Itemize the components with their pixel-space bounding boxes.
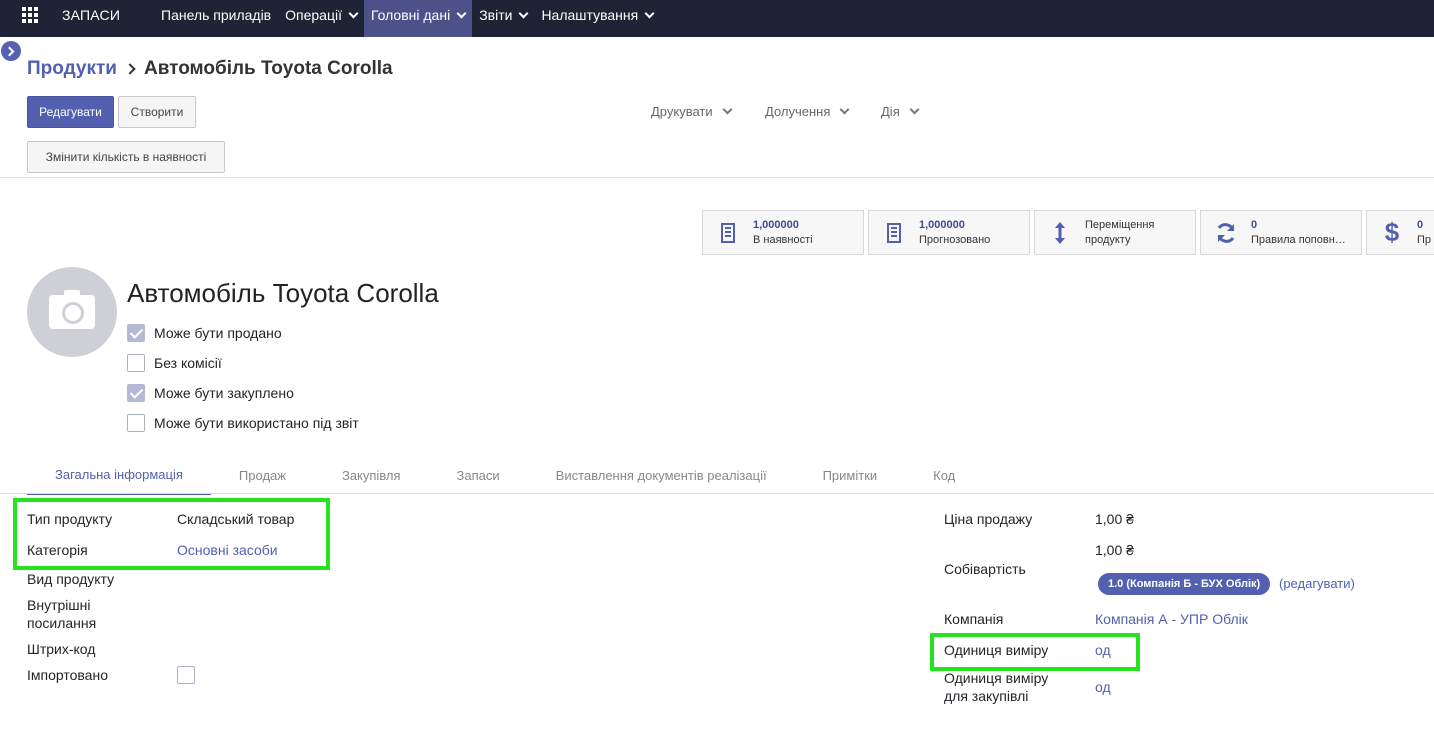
chevron-down-icon [348, 8, 359, 19]
camera-icon [49, 290, 95, 329]
checkbox-icon[interactable] [127, 354, 145, 372]
forecast-value: 1,000000 [919, 218, 965, 231]
tab-sales[interactable]: Продаж [211, 455, 314, 495]
sale-price-label: Ціна продажу [944, 511, 1033, 527]
forecast-label: Прогнозовано [919, 233, 991, 246]
barcode-label: Штрих-код [27, 641, 96, 657]
on-hand-label: В наявності [753, 233, 813, 246]
reorder-rules-value: 0 [1251, 218, 1258, 231]
sale-price-value[interactable]: 1,00 ₴ [1095, 511, 1134, 527]
dollar-icon: $ [1384, 217, 1400, 247]
building-icon [869, 222, 919, 243]
menu-master-data[interactable]: Головні дані [363, 0, 473, 37]
menu-settings[interactable]: Налаштування [534, 0, 660, 37]
attachments-dropdown-label: Долучення [765, 104, 831, 119]
product-name[interactable]: Автомобіль Toyota Corolla [127, 278, 439, 309]
highlight-box-type-category [13, 498, 330, 570]
checkbox-icon[interactable] [127, 414, 145, 432]
company-label: Компанія [944, 611, 1004, 627]
print-dropdown-label: Друкувати [651, 104, 713, 119]
product-moves-label-2: продукту [1085, 233, 1131, 246]
option-can-be-sold[interactable]: Може бути продано [127, 324, 282, 342]
menu-settings-label: Налаштування [541, 7, 639, 23]
checkbox-checked-icon[interactable] [127, 384, 145, 402]
internal-ref-label-1: Внутрішні [27, 597, 91, 613]
create-button[interactable]: Створити [118, 96, 196, 128]
purchase-uom-link[interactable]: од [1095, 679, 1111, 695]
menu-reports[interactable]: Звіти [472, 0, 534, 37]
tab-general-info[interactable]: Загальна інформація [27, 455, 211, 495]
menu-master-data-label: Головні дані [370, 7, 451, 23]
purchase-uom-label-2: для закупівлі [944, 688, 1029, 704]
smart-button-reorder-rules[interactable]: 0 Правила поповн… [1200, 210, 1362, 255]
main-menu: Панель приладів Операції Головні дані Зв… [154, 0, 660, 37]
cost-label: Собівартість [944, 561, 1026, 577]
edit-button[interactable]: Редагувати [27, 96, 114, 128]
option-can-be-purchased-label: Може бути закуплено [154, 385, 294, 401]
chevron-down-icon [909, 104, 920, 115]
option-can-be-sold-label: Може бути продано [154, 325, 282, 341]
chevron-down-icon [456, 8, 467, 19]
product-image[interactable] [27, 267, 117, 357]
option-expense-label: Може бути використано під звіт [154, 415, 359, 431]
breadcrumb: Продукти Автомобіль Toyota Corolla [27, 58, 393, 80]
price-label: Пр [1417, 233, 1432, 246]
reorder-rules-label: Правила поповн… [1251, 233, 1346, 246]
option-no-commission-label: Без комісії [154, 355, 222, 371]
menu-dashboard-label: Панель приладів [161, 7, 272, 23]
refresh-icon [1201, 222, 1251, 244]
on-hand-value: 1,000000 [753, 218, 799, 231]
action-dropdown[interactable]: Дія [881, 104, 920, 119]
imported-label: Імпортовано [27, 667, 108, 683]
breadcrumb-products-link[interactable]: Продукти [27, 58, 117, 80]
company-link[interactable]: Компанія А - УПР Облік [1095, 611, 1248, 627]
edit-cost-link[interactable]: (редагувати) [1279, 576, 1355, 591]
chevron-down-icon [644, 8, 655, 19]
chevron-down-icon [839, 104, 850, 115]
internal-ref-label-2: посилання [27, 615, 97, 631]
chevron-right-icon [124, 63, 136, 75]
menu-operations-label: Операції [285, 7, 342, 23]
pricelist-badge[interactable]: 1.0 (Компанія Б - БУХ Облік) [1098, 573, 1271, 595]
smart-button-on-hand[interactable]: 1,000000 В наявності [702, 210, 864, 255]
action-dropdown-label: Дія [881, 104, 900, 119]
option-no-commission[interactable]: Без комісії [127, 354, 222, 372]
smart-button-price[interactable]: $ 0 Пр [1366, 210, 1434, 255]
product-kind-label: Вид продукту [27, 571, 115, 587]
menu-operations[interactable]: Операції [278, 0, 364, 37]
chevron-down-icon [722, 104, 733, 115]
option-can-be-purchased[interactable]: Може бути закуплено [127, 384, 294, 402]
breadcrumb-current: Автомобіль Toyota Corolla [143, 58, 393, 79]
product-moves-label-1: Переміщення [1085, 218, 1155, 231]
chevron-down-icon [518, 8, 529, 19]
checkbox-checked-icon[interactable] [127, 324, 145, 342]
menu-reports-label: Звіти [479, 7, 513, 23]
tab-inventory[interactable]: Запаси [429, 455, 528, 495]
sidebar-toggle-icon[interactable] [1, 41, 21, 61]
tab-purchase[interactable]: Закупівля [314, 455, 429, 495]
cost-value[interactable]: 1,00 ₴ [1095, 542, 1134, 558]
tabs-divider [0, 493, 1434, 494]
tab-notes[interactable]: Примітки [795, 455, 906, 495]
arrows-vertical-icon [1035, 221, 1085, 245]
building-icon [703, 222, 753, 243]
highlight-box-uom [930, 633, 1140, 671]
tab-code[interactable]: Код [905, 455, 983, 495]
option-expense[interactable]: Може бути використано під звіт [127, 414, 359, 432]
print-dropdown[interactable]: Друкувати [651, 104, 733, 119]
update-quantity-button[interactable]: Змінити кількість в наявності [27, 141, 225, 173]
menu-dashboard[interactable]: Панель приладів [154, 0, 278, 37]
top-navbar: ЗАПАСИ Панель приладів Операції Головні … [0, 0, 1434, 37]
attachments-dropdown[interactable]: Долучення [765, 104, 850, 119]
price-value: 0 [1417, 218, 1424, 231]
app-name[interactable]: ЗАПАСИ [62, 0, 120, 37]
form-tabs: Загальна інформація Продаж Закупівля Зап… [27, 455, 983, 495]
imported-checkbox[interactable] [177, 666, 195, 684]
smart-button-forecast[interactable]: 1,000000 Прогнозовано [868, 210, 1030, 255]
apps-grid-icon[interactable] [22, 7, 38, 23]
tab-invoicing[interactable]: Виставлення документів реалізації [528, 455, 795, 495]
control-panel-divider [0, 177, 1434, 178]
smart-button-product-moves[interactable]: Переміщення продукту [1034, 210, 1196, 255]
purchase-uom-label-1: Одиниця виміру [944, 670, 1049, 686]
